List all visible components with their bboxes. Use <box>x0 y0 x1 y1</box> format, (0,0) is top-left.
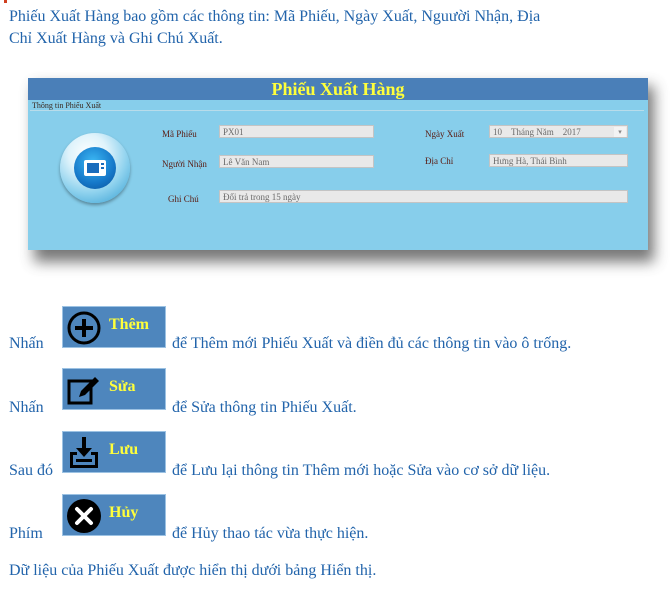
huy-description: để Hủy thao tác vừa thực hiện. <box>172 525 369 542</box>
ngay-xuat-label: Ngày Xuất <box>425 129 465 139</box>
dia-chi-field[interactable]: Hưng Hà, Thái Bình <box>489 154 628 167</box>
luu-description: để Lưu lại thông tin Thêm mới hoặc Sửa v… <box>172 462 551 479</box>
huy-button[interactable]: Hủy <box>62 494 166 536</box>
sua-prefix: Nhấn <box>9 399 44 416</box>
huy-button-label: Hủy <box>109 504 139 521</box>
intro-line-2: Chỉ Xuất Hàng và Ghi Chú Xuất. <box>9 30 223 47</box>
ghi-chu-label: Ghi Chú <box>168 194 199 204</box>
plus-circle-icon <box>67 311 101 345</box>
footer-text: Dữ liệu của Phiếu Xuất được hiển thị dướ… <box>9 562 377 579</box>
microwave-icon <box>84 160 106 176</box>
date-dropdown-icon[interactable]: ▾ <box>614 127 626 137</box>
ngay-xuat-month: Tháng Năm <box>511 127 554 137</box>
group-divider <box>30 110 644 111</box>
edit-icon <box>67 377 99 405</box>
phieu-xuat-form: Phiếu Xuất Hàng Thông tin Phiếu Xuất Mã … <box>28 78 648 250</box>
product-icon <box>60 133 130 203</box>
huy-prefix: Phím <box>9 525 43 542</box>
ghi-chu-field[interactable]: Đổi trả trong 15 ngày <box>219 190 628 203</box>
luu-button[interactable]: Lưu <box>62 431 166 473</box>
luu-button-label: Lưu <box>109 441 139 458</box>
form-title: Phiếu Xuất Hàng <box>271 79 405 99</box>
product-icon-inner <box>74 147 116 189</box>
luu-prefix: Sau đó <box>9 462 53 479</box>
nguoi-nhan-label: Người Nhận <box>162 159 207 169</box>
group-label: Thông tin Phiếu Xuất <box>32 101 102 110</box>
ngay-xuat-year: 2017 <box>562 127 581 137</box>
ngay-xuat-day: 10 <box>493 127 502 137</box>
sua-button[interactable]: Sửa <box>62 368 166 410</box>
them-description: để Thêm mới Phiếu Xuất và điền đủ các th… <box>172 335 572 352</box>
sua-description: để Sửa thông tin Phiếu Xuất. <box>172 399 357 416</box>
ma-phieu-field[interactable]: PX01 <box>219 125 374 138</box>
sua-button-label: Sửa <box>109 378 136 395</box>
them-button[interactable]: Thêm <box>62 306 166 348</box>
them-button-label: Thêm <box>109 316 149 333</box>
cursor-mark <box>4 0 7 3</box>
ngay-xuat-picker[interactable]: 10 Tháng Năm 2017 ▾ <box>489 125 628 138</box>
nguoi-nhan-field[interactable]: Lê Văn Nam <box>219 155 374 168</box>
dia-chi-label: Địa Chỉ <box>425 156 454 166</box>
ma-phieu-label: Mã Phiếu <box>162 129 197 139</box>
intro-line-1: Phiếu Xuất Hàng bao gồm các thông tin: M… <box>9 8 541 25</box>
them-prefix: Nhấn <box>9 335 44 352</box>
save-download-icon <box>70 437 98 468</box>
cancel-x-icon <box>67 499 101 533</box>
